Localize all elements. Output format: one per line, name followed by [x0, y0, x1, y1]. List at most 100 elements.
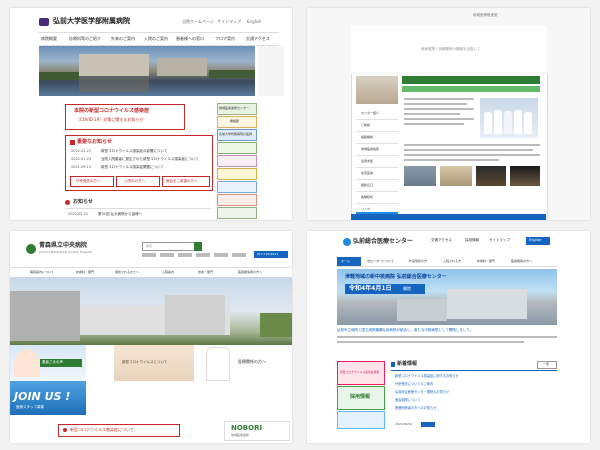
menu-item-about[interactable]: センター紹介 [356, 108, 398, 120]
center-news-1[interactable]: 新型コロナウイルス感染症に関するお知らせ [395, 374, 459, 378]
nav-item-departments[interactable]: 診療科等のご紹介 [69, 37, 101, 41]
important-link-1[interactable]: 新型コロナウイルス感染症の影響について [101, 149, 167, 154]
breadcrumb[interactable]: 地域医療推進室 [473, 13, 498, 18]
hero-date-badge: 令和4年4月1日 開院 [345, 284, 425, 294]
menu-item-patient-support[interactable]: 患者支援 [356, 156, 398, 168]
red-button-visitor[interactable]: 面会をご希望の方へ [162, 176, 210, 187]
menu-item-home-care[interactable]: 在宅医療 [356, 168, 398, 180]
nav-item-access[interactable]: 交通アクセス [246, 37, 270, 41]
covid-notice-title: 本院の新型コロナウイルス感染症 [74, 108, 150, 114]
center-nav-2[interactable]: 当センターについて [367, 260, 394, 263]
center-header-link-access[interactable]: 交通アクセス [431, 238, 452, 243]
nav-item-overview[interactable]: 病院概要 [41, 37, 57, 41]
header-link-sitemap[interactable]: サイトマップ [217, 20, 241, 24]
center-nav-6[interactable]: 医療関係の方へ [511, 260, 532, 263]
join-us-banner[interactable]: JOIN US ! 医療スタッフ募集 [10, 381, 86, 415]
red-button-inpatient[interactable]: 入院中の方へ [116, 176, 160, 187]
news-link-1[interactable]: 第31回 弘大病院から皆様へ [98, 212, 142, 217]
center-news-heading: 新着情報 [397, 361, 418, 367]
phone-badge: 017-726-8111 [254, 251, 288, 258]
sidebar-banner-regional[interactable]: 地域医療連携センター [217, 103, 257, 115]
nav-item-outpatient[interactable]: 外来のご案内 [111, 37, 135, 41]
center-nav-5[interactable]: 診療科・部門 [477, 260, 495, 263]
sidebar-banner-6[interactable] [217, 168, 257, 180]
sidebar-banner-7[interactable] [217, 181, 257, 193]
aomori-site-title[interactable]: 青森県立中央病院 [39, 243, 87, 249]
sidebar-banner-nursing[interactable]: 看護部 [217, 116, 257, 128]
center-nav-4[interactable]: 入院される方 [443, 260, 461, 263]
english-button[interactable]: English [526, 237, 550, 245]
noboru-label: NOBORI [231, 424, 263, 432]
aomori-nav-1[interactable]: 病院案内について [30, 271, 54, 274]
hero-title: 津軽地域の新中核病院 弘前総合医療センター [345, 274, 447, 280]
search-button[interactable] [194, 242, 202, 251]
side-banner-covid-label: 新型コロナウイルス感染症情報 [340, 370, 380, 374]
covid-notice-box[interactable]: 本院の新型コロナウイルス感染症 （COVID-19）対策に関するお知らせ [65, 104, 185, 130]
building-hero-photo [10, 277, 292, 345]
center-header-link-sitemap[interactable]: サイトマップ [489, 238, 510, 243]
search-input[interactable]: 検索 [142, 242, 196, 251]
side-banner-recruit[interactable]: 採用情報 [337, 386, 385, 410]
menu-item-forms[interactable]: 各種様式 [356, 192, 398, 204]
nav-item-floor[interactable]: フロア案内 [215, 37, 235, 41]
news-date-stamp: 2022/04/01 [395, 422, 413, 426]
important-link-2[interactable]: 当院入院患者に発生された新型コロナウイルス感染症について [101, 157, 199, 162]
menu-item-organization[interactable]: 組織構成 [356, 132, 398, 144]
banner-covid-info[interactable]: 新型コロナウイルスについて [114, 345, 194, 381]
medical-link[interactable]: 医療関係の方へ [238, 360, 266, 364]
important-link-3[interactable]: 新型コロナウイルス感染症関連について [101, 165, 164, 170]
news-list-link[interactable]: 一覧 [537, 361, 557, 369]
bottom-blue-bar [351, 214, 546, 220]
aomori-nav-3[interactable]: 受診されるかたへ [115, 271, 139, 274]
banner-covid-info-label: 新型コロナウイルスについて [122, 360, 168, 364]
aomori-nav-4[interactable]: 入院案内 [162, 271, 174, 274]
important-notices-heading: 重要なお知らせ [77, 139, 112, 145]
center-news-4[interactable]: 面会制限について [395, 398, 420, 402]
aomori-nav-6[interactable]: 医療関係者の方へ [238, 271, 262, 274]
nav-item-inpatient[interactable]: 入院のご案内 [144, 37, 168, 41]
news-section: 新着情報 一覧 新型コロナウイルス感染症に関するお知らせ 外来受診についてのご案… [391, 361, 557, 437]
header-link-home[interactable]: 当院ホームページ [182, 20, 214, 24]
sidebar-banner-8[interactable] [217, 194, 257, 206]
menu-item-greeting[interactable]: ご挨拶 [356, 120, 398, 132]
center-news-2[interactable]: 外来受診についてのご案内 [395, 382, 433, 386]
staff-photo [480, 98, 538, 138]
red-button-outpatient[interactable]: 外来受診の方へ [70, 176, 114, 187]
center-site-title[interactable]: 弘前総合医療センター [353, 239, 413, 245]
nav-home-label: ホーム [341, 259, 350, 263]
main-frame: センター紹介 ご挨拶 組織構成 地域医療連携 患者支援 在宅医療 相談窓口 各種… [351, 74, 548, 220]
nav-item-patient-window[interactable]: 患者様への窓口 [176, 37, 204, 41]
aomori-nav-2[interactable]: 診療科・部門 [76, 271, 94, 274]
facility-photo-3 [476, 166, 506, 186]
nav-home-button[interactable]: ホーム [337, 257, 361, 266]
sidebar-banner-doctors-label: 弘前大学附属病院の医師 [219, 132, 253, 136]
page-header: 医療連携と信頼関係の構築を目指して [351, 26, 546, 72]
sidebar-banner-5[interactable] [217, 155, 257, 167]
covid-notice-subtitle: （COVID-19）対策に関するお知らせ [76, 117, 144, 122]
banner-patient-voice[interactable]: 患者さまの声 [10, 345, 86, 381]
sidebar-banner-doctors[interactable]: 弘前大学附属病院の医師 [217, 129, 257, 141]
center-header-link-recruit[interactable]: 採用情報 [465, 238, 479, 243]
side-banner-covid[interactable]: 新型コロナウイルス感染症情報 [337, 361, 385, 385]
red-button-visitor-label: 面会をご希望の方へ [166, 179, 198, 183]
noboru-banner[interactable]: NOBORI 地域医療連携 [224, 421, 290, 441]
menu-item-regional[interactable]: 地域医療連携 [356, 144, 398, 156]
center-news-3[interactable]: 弘前総合医療センター開院のお知らせ [395, 390, 449, 394]
hirosaki-site-title[interactable]: 弘前大学医学部附属病院 [53, 18, 130, 25]
aomori-nav-5[interactable]: 診療・部門 [198, 271, 213, 274]
intro-text-lines [337, 336, 557, 343]
hero-photo [39, 46, 255, 96]
sidebar-banner-9[interactable] [217, 207, 257, 219]
menu-item-consultation[interactable]: 相談窓口 [356, 180, 398, 192]
center-news-5[interactable]: 医療関係者の方へのお知らせ [395, 406, 436, 410]
regional-medical-center-screenshot: 地域医療推進室 医療連携と信頼関係の構築を目指して センター紹介 ご挨拶 組織構… [307, 8, 590, 220]
hirosaki-university-hospital-screenshot: 弘前大学医学部附属病院 当院ホームページ サイトマップ English 病院概要… [10, 8, 292, 220]
center-nav-3[interactable]: 外来受診の方 [409, 260, 427, 263]
sidebar-banner-4[interactable] [217, 142, 257, 154]
english-button-label: English [529, 238, 542, 242]
header-link-english[interactable]: English [247, 20, 261, 24]
side-banner-3[interactable] [337, 411, 385, 429]
news-date-1: 2022.02.21 [68, 212, 89, 216]
news-heading-icon [391, 362, 395, 367]
covid-notice-button[interactable]: 新型コロナウイルス感染症について [58, 424, 180, 437]
